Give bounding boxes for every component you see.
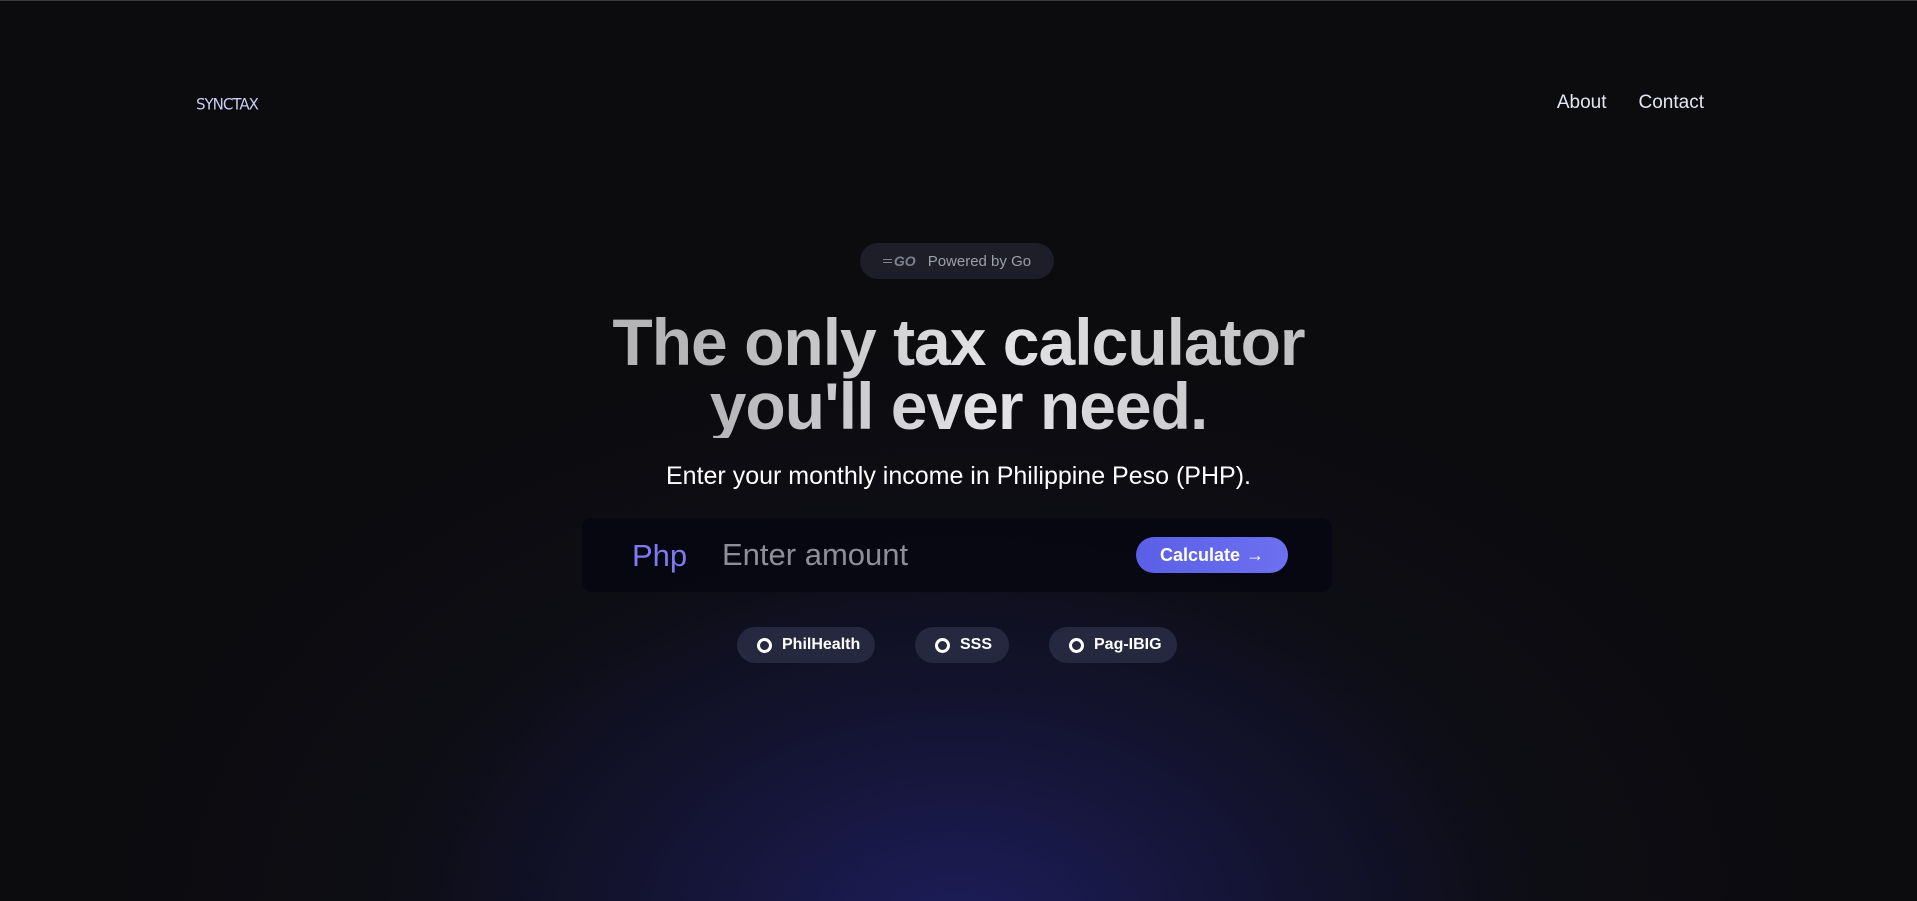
headline-line-1: The only tax calculator: [612, 305, 1305, 379]
page-subtitle: Enter your monthly income in Philippine …: [666, 462, 1251, 490]
top-nav: About Contact: [1557, 92, 1704, 114]
powered-by-text: Powered by Go: [927, 252, 1032, 270]
amount-input[interactable]: [722, 534, 1102, 576]
option-label-pag-ibig: Pag-IBIG: [1094, 636, 1162, 653]
powered-by-badge: GO Powered by Go: [860, 243, 1054, 279]
go-logo-icon: GO: [882, 253, 916, 269]
radio-circle-icon[interactable]: [935, 637, 950, 653]
amount-input-bar: Php Calculate →: [582, 518, 1332, 592]
nav-link-contact[interactable]: Contact: [1639, 92, 1704, 114]
nav-link-about[interactable]: About: [1557, 92, 1607, 114]
headline-line-2: you'll ever need.: [709, 369, 1208, 443]
calculate-button-label: Calculate: [1159, 544, 1241, 565]
site-header: SYNCTAX About Contact: [0, 1, 1917, 211]
page-title: The only tax calculator you'll ever need…: [0, 310, 1917, 438]
synctax-logo[interactable]: SYNCTAX: [196, 95, 259, 114]
option-label-sss: SSS: [960, 636, 993, 653]
page: SYNCTAX About Contact GO Powered by Go T…: [0, 0, 1917, 901]
currency-label: Php: [632, 538, 688, 573]
option-label-philhealth: PhilHealth: [782, 636, 861, 653]
radio-circle-icon[interactable]: [1069, 637, 1084, 653]
option-pag-ibig[interactable]: Pag-IBIG: [1049, 627, 1177, 663]
calculate-button[interactable]: Calculate →: [1136, 537, 1288, 573]
option-philhealth[interactable]: PhilHealth: [737, 627, 875, 663]
go-speed-lines: [882, 259, 892, 263]
option-sss[interactable]: SSS: [915, 627, 1009, 663]
arrow-right-icon: →: [1246, 544, 1265, 565]
radio-circle-icon[interactable]: [757, 637, 772, 653]
go-logo-text: GO: [893, 253, 916, 269]
